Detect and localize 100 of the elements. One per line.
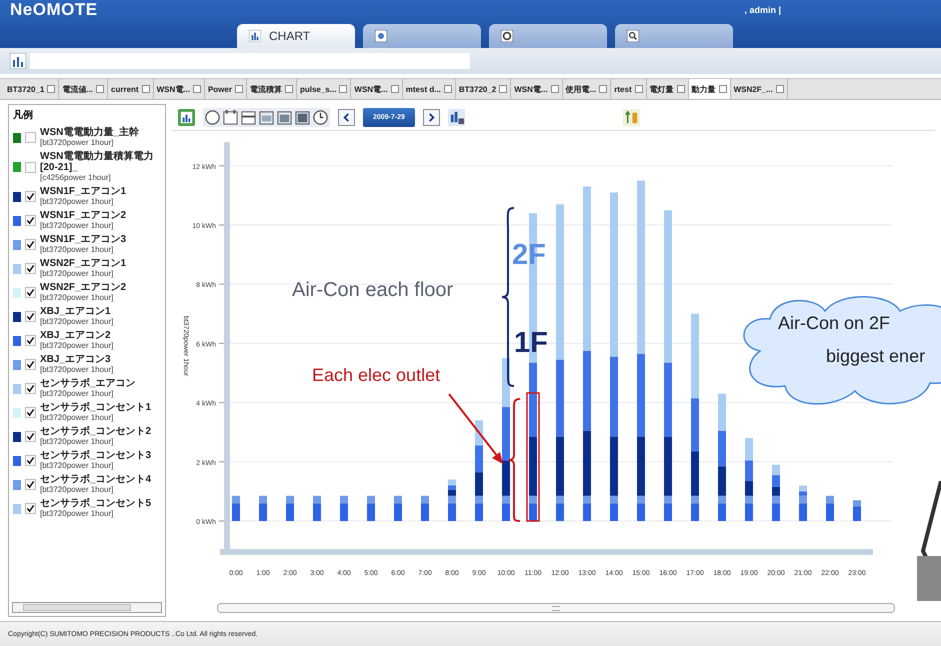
document-tab[interactable]: BT3720_2 bbox=[456, 79, 512, 99]
close-icon[interactable] bbox=[234, 85, 243, 93]
series-unit: [bt3720power 1hour] bbox=[40, 293, 114, 303]
series-name: XBJ_エアコン2 bbox=[40, 330, 112, 341]
document-tab[interactable]: Power bbox=[204, 79, 247, 99]
circle-icon[interactable] bbox=[204, 108, 221, 126]
calendar-icon[interactable] bbox=[294, 108, 311, 126]
close-icon[interactable] bbox=[599, 85, 608, 93]
checkbox[interactable] bbox=[25, 431, 36, 442]
add-chart-icon[interactable] bbox=[10, 53, 26, 69]
series-name: XBJ_エアコン3 bbox=[40, 354, 112, 365]
chevron-right-icon bbox=[426, 112, 436, 122]
legend-title: 凡例 bbox=[12, 108, 34, 123]
close-icon[interactable] bbox=[499, 85, 508, 93]
user-label: , admin | bbox=[744, 5, 781, 15]
series-name: WSN電電動力量積算電力[20-21]_ bbox=[40, 151, 154, 173]
close-icon[interactable] bbox=[776, 85, 784, 93]
series-unit: [c4256power 1hour] bbox=[40, 173, 112, 183]
close-icon[interactable] bbox=[96, 85, 104, 93]
checkbox[interactable] bbox=[25, 239, 36, 250]
document-tab[interactable]: 動力量 bbox=[688, 79, 731, 99]
series-unit: [bt3720power 1hour] bbox=[40, 138, 114, 148]
close-icon[interactable] bbox=[634, 85, 643, 93]
previous-button[interactable] bbox=[338, 108, 355, 126]
calendar-icon[interactable] bbox=[276, 108, 293, 126]
checkbox[interactable] bbox=[25, 503, 36, 514]
refresh-chart-icon[interactable] bbox=[178, 108, 195, 126]
document-tab[interactable]: rtest bbox=[611, 79, 647, 99]
arrow bbox=[448, 393, 503, 464]
calendar-icon[interactable] bbox=[258, 108, 275, 126]
series-name: WSN2F_エアコン1 bbox=[40, 258, 126, 269]
calendar-icon[interactable] bbox=[222, 108, 239, 126]
series-unit: [bt3720power 1hour] bbox=[40, 341, 114, 351]
checkbox[interactable] bbox=[25, 455, 36, 466]
series-unit: [bt3720power 1hour] bbox=[40, 461, 114, 471]
floor-label: 2F bbox=[512, 239, 546, 272]
next-button[interactable] bbox=[422, 108, 440, 126]
checkbox[interactable] bbox=[25, 191, 36, 202]
checkbox[interactable] bbox=[25, 407, 36, 418]
close-icon[interactable] bbox=[142, 85, 150, 93]
chart-export-icon[interactable] bbox=[448, 108, 465, 126]
checkbox[interactable] bbox=[25, 132, 36, 143]
series-name: WSN1F_エアコン1 bbox=[40, 186, 126, 197]
document-tab[interactable]: pulse_s... bbox=[296, 79, 352, 99]
document-tab[interactable]: WSN2F_... bbox=[730, 79, 788, 99]
chevron-left-icon bbox=[342, 112, 351, 122]
horizontal-scrollbar[interactable] bbox=[12, 602, 162, 613]
document-tab[interactable]: BT3720_1 bbox=[4, 79, 60, 99]
checkbox[interactable] bbox=[25, 479, 36, 490]
checkbox[interactable] bbox=[25, 215, 36, 226]
clock-icon[interactable] bbox=[312, 108, 329, 126]
series-name: WSN電電動力量_主幹 bbox=[40, 127, 139, 138]
checkbox[interactable] bbox=[25, 287, 36, 298]
calendar-icon[interactable] bbox=[240, 108, 257, 126]
main-tab[interactable]: CHART bbox=[237, 24, 355, 48]
main-tab[interactable] bbox=[363, 24, 481, 48]
document-tab[interactable]: WSN電... bbox=[351, 79, 403, 99]
series-name: センサラボ_コンセント5 bbox=[40, 498, 152, 509]
sort-icon[interactable] bbox=[622, 108, 640, 126]
checkbox[interactable] bbox=[25, 359, 36, 370]
close-icon[interactable] bbox=[47, 85, 56, 93]
series-name: XBJ_エアコン1 bbox=[40, 306, 112, 317]
bar-chart-icon bbox=[249, 30, 261, 42]
input-field[interactable] bbox=[30, 53, 470, 69]
series-name: センサラボ_エアコン bbox=[40, 378, 136, 389]
series-unit: [bt3720power 1hour] bbox=[40, 509, 114, 519]
gear-icon bbox=[501, 30, 513, 42]
document-tab[interactable]: mtest d... bbox=[402, 79, 456, 99]
checkbox[interactable] bbox=[25, 335, 36, 346]
series-unit: [bt3720power 1hour] bbox=[40, 245, 114, 255]
document-tab[interactable]: WSN電... bbox=[511, 79, 563, 99]
document-tab[interactable]: 使用電... bbox=[562, 79, 612, 99]
checkbox[interactable] bbox=[25, 311, 36, 322]
horizontal-scrollbar[interactable] bbox=[217, 603, 895, 613]
checkbox[interactable] bbox=[25, 383, 36, 394]
series-name: WSN1F_エアコン2 bbox=[40, 210, 126, 221]
series-unit: [bt3720power 1hour] bbox=[40, 413, 114, 423]
close-icon[interactable] bbox=[676, 85, 685, 93]
main-tab[interactable] bbox=[489, 24, 607, 48]
series-name: センサラボ_コンセント1 bbox=[40, 402, 152, 413]
checkbox[interactable] bbox=[25, 162, 36, 172]
close-icon[interactable] bbox=[390, 85, 399, 93]
main-tab[interactable] bbox=[615, 24, 733, 48]
document-tab[interactable]: WSN電... bbox=[154, 79, 205, 99]
series-name: センサラボ_コンセント4 bbox=[40, 474, 152, 485]
document-tab[interactable]: current bbox=[108, 79, 154, 99]
document-tab[interactable]: 電流積算 bbox=[246, 79, 297, 99]
close-icon[interactable] bbox=[192, 85, 201, 93]
close-icon[interactable] bbox=[444, 85, 452, 93]
checkbox[interactable] bbox=[25, 263, 36, 274]
document-tab[interactable]: 電流値... bbox=[59, 79, 108, 99]
callout-text: biggest ener bbox=[826, 346, 926, 367]
series-unit: [bt3720power 1hour] bbox=[40, 221, 114, 231]
close-icon[interactable] bbox=[339, 85, 348, 93]
close-icon[interactable] bbox=[718, 85, 727, 93]
series-name: WSN2F_エアコン2 bbox=[40, 282, 126, 293]
close-icon[interactable] bbox=[550, 85, 559, 93]
series-unit: [bt3720power 1hour] bbox=[40, 269, 114, 279]
callout-text: Air-Con on 2F bbox=[778, 313, 890, 334]
close-icon[interactable] bbox=[284, 85, 293, 93]
